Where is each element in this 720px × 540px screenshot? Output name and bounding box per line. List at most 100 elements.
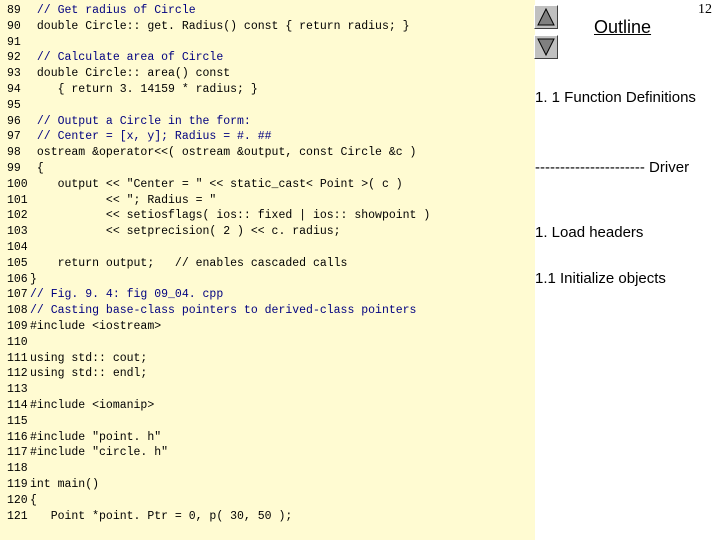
line-number: 113 [7,383,28,397]
line-number: 106 [7,272,28,286]
outline-item-driver[interactable]: ---------------------- Driver [535,158,715,177]
code-line: 117 #include "circle. h" [7,445,168,461]
code-text: int main() [30,478,100,491]
line-number: 116 [7,430,28,444]
code-line: 95 [7,98,30,114]
code-text: // Fig. 9. 4: fig 09_04. cpp [30,288,224,302]
outline-item-function-definitions[interactable]: 1. 1 Function Definitions [535,88,715,107]
line-number: 111 [7,351,28,365]
outline-title-link[interactable]: Outline [594,17,651,38]
code-line: 96 // Output a Circle in the form: [7,114,251,130]
code-line: 105 return output; // enables cascaded c… [7,256,347,272]
line-number: 92 [7,51,21,65]
line-number: 101 [7,193,28,207]
code-line: 91 [7,35,30,51]
code-line: 113 [7,382,30,398]
code-listing: 89 // Get radius of Circle 90 double Circ… [0,0,535,540]
code-text: // Casting base-class pointers to derive… [30,304,417,318]
page-number: 12 [698,2,712,17]
code-text: double Circle:: get. Radius() const { re… [30,19,410,33]
code-text: Point *point. Ptr = 0, p( 30, 50 ); [30,509,293,523]
code-line: 99 { [7,161,44,177]
code-line: 100 output << "Center = " << static_cast… [7,177,403,193]
line-number: 95 [7,98,21,112]
code-line: 116 #include "point. h" [7,430,161,446]
line-number: 91 [7,35,21,49]
line-number: 118 [7,462,28,476]
code-line: 114 #include <iomanip> [7,398,154,414]
code-text: using std:: endl; [30,367,148,381]
triangle-up-icon [537,8,555,26]
line-number: 117 [7,446,28,460]
line-number: 96 [7,114,21,128]
code-line: 102 << setiosflags( ios:: fixed | ios:: … [7,208,430,224]
outline-item-load-headers[interactable]: 1. Load headers [535,223,715,242]
line-number: 100 [7,177,28,191]
line-number: 90 [7,19,21,33]
code-line: 119 int main() [7,477,99,493]
line-number: 104 [7,241,28,254]
code-text: // Output a Circle in the form: [30,114,251,128]
line-number: 114 [7,399,28,412]
code-line: 110 [7,335,30,351]
code-line: 90 double Circle:: get. Radius() const {… [7,19,410,35]
code-line: 118 [7,461,30,477]
code-line: 107// Fig. 9. 4: fig 09_04. cpp [7,287,223,303]
line-number: 93 [7,67,21,81]
code-line: 98 ostream &operator<<( ostream &output,… [7,145,416,161]
code-text: << "; Radius = " [30,193,217,207]
line-number: 110 [7,335,28,349]
code-text: { [30,162,44,175]
code-line: 109 #include <iostream> [7,319,161,335]
code-line: 101 << "; Radius = " [7,193,216,209]
code-line: 112 using std:: endl; [7,366,147,382]
code-text: } [30,272,37,286]
code-text: // Get radius of Circle [30,4,196,17]
previous-slide-button[interactable] [534,5,558,29]
code-line: 97 // Center = [x, y]; Radius = #. ## [7,129,272,145]
code-line: 115 [7,414,30,430]
code-text: << setprecision( 2 ) << c. radius; [30,225,341,239]
line-number: 120 [7,493,28,507]
code-line: 89 // Get radius of Circle [7,3,196,19]
code-text: #include <iostream> [30,320,162,333]
outline-item-initialize-objects[interactable]: 1.1 Initialize objects [535,269,715,288]
code-line: 104 [7,240,30,256]
code-text: { return 3. 14159 * radius; } [30,83,258,96]
code-line: 108// Casting base-class pointers to der… [7,303,416,319]
code-text: #include <iomanip> [30,399,155,412]
line-number: 109 [7,320,28,333]
line-number: 107 [7,288,28,302]
line-number: 121 [7,509,28,523]
line-number: 108 [7,304,28,318]
code-text: // Center = [x, y]; Radius = #. ## [30,130,272,144]
code-line: 94 { return 3. 14159 * radius; } [7,82,258,98]
line-number: 94 [7,83,21,96]
code-text: #include "circle. h" [30,446,169,460]
code-text: #include "point. h" [30,430,162,444]
code-text: using std:: cout; [30,351,148,365]
line-number: 103 [7,225,28,239]
line-number: 99 [7,162,21,175]
code-line: 111 using std:: cout; [7,351,147,367]
triangle-down-icon [537,38,555,56]
line-number: 98 [7,146,21,160]
code-line: 92 // Calculate area of Circle [7,50,223,66]
code-line: 120{ [7,493,37,509]
line-number: 112 [7,367,28,381]
code-text: return output; // enables cascaded calls [30,256,348,270]
code-line: 106} [7,272,37,288]
next-slide-button[interactable] [534,35,558,59]
line-number: 119 [7,478,28,491]
code-text: // Calculate area of Circle [30,51,224,65]
code-text: ostream &operator<<( ostream &output, co… [30,146,417,160]
code-line: 93 double Circle:: area() const [7,66,230,82]
line-number: 102 [7,209,28,223]
code-text: double Circle:: area() const [30,67,231,81]
line-number: 97 [7,130,21,144]
code-text: << setiosflags( ios:: fixed | ios:: show… [30,209,431,223]
code-text: output << "Center = " << static_cast< Po… [30,177,403,191]
line-number: 115 [7,414,28,428]
code-line: 121 Point *point. Ptr = 0, p( 30, 50 ); [7,509,292,525]
line-number: 89 [7,4,21,17]
